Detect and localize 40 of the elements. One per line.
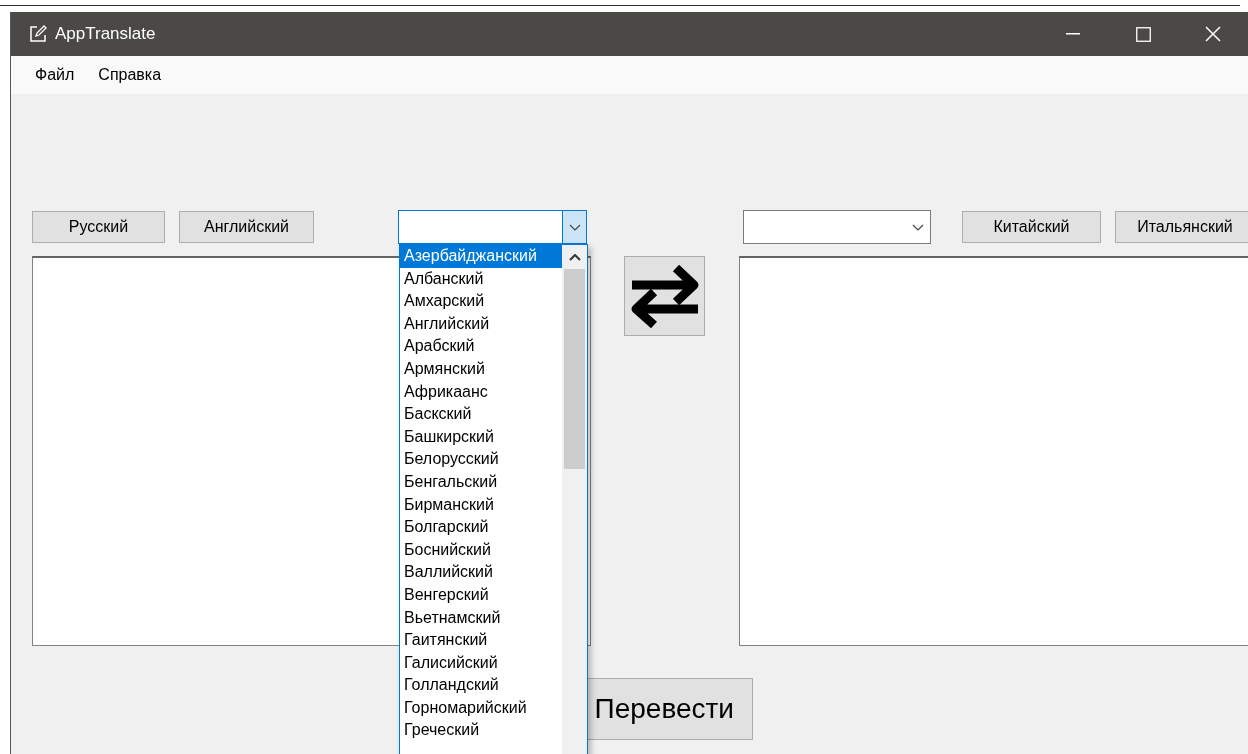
source-language-combo[interactable] (398, 210, 587, 244)
dropdown-item[interactable]: Бирманский (400, 493, 562, 517)
chevron-down-icon (912, 223, 924, 231)
chevron-down-icon (568, 223, 581, 231)
dropdown-item[interactable]: Греческий (400, 719, 562, 743)
swap-languages-button[interactable] (624, 256, 705, 336)
target-language-combo[interactable] (743, 210, 931, 244)
language-button[interactable]: Английский (179, 211, 314, 243)
app-edit-icon (29, 25, 47, 43)
dropdown-item[interactable]: Белорусский (400, 448, 562, 471)
scrollbar-thumb[interactable] (564, 269, 585, 469)
dropdown-item[interactable]: Валлийский (400, 561, 562, 584)
dropdown-item[interactable]: Башкирский (400, 425, 562, 449)
chevron-up-icon (568, 253, 581, 261)
close-icon (1205, 26, 1221, 42)
maximize-icon (1135, 26, 1151, 42)
language-button[interactable]: Русский (32, 211, 165, 243)
language-button[interactable]: Китайский (962, 211, 1101, 243)
dropdown-item[interactable]: Вьетнамский (400, 606, 562, 630)
dropdown-item[interactable]: Амхарский (400, 290, 562, 313)
dropdown-item[interactable]: Гаитянский (400, 629, 562, 652)
dropdown-item[interactable]: Голландский (400, 674, 562, 697)
dropdown-item[interactable]: Боснийский (400, 538, 562, 562)
dropdown-item[interactable]: Венгерский (400, 583, 562, 607)
dropdown-item[interactable]: Английский (400, 312, 562, 336)
minimize-icon (1066, 33, 1080, 35)
dropdown-item[interactable]: Бенгальский (400, 470, 562, 494)
dropdown-item[interactable]: Азербайджанский (400, 245, 562, 268)
window-title: AppTranslate (55, 23, 156, 46)
dropdown-item[interactable]: Африкаанс (400, 380, 562, 404)
language-button[interactable]: Итальянский (1115, 211, 1248, 243)
dropdown-item[interactable]: Армянский (400, 357, 562, 381)
dropdown-item[interactable]: Албанский (400, 267, 562, 291)
dropdown-item[interactable]: Болгарский (400, 516, 562, 539)
dropdown-item[interactable]: Арабский (400, 335, 562, 358)
menu-item[interactable]: Файл (23, 63, 87, 87)
menu-item[interactable]: Справка (86, 63, 174, 87)
dropdown-item[interactable]: Горномарийский (400, 696, 562, 720)
dropdown-item[interactable]: Галисийский (400, 651, 562, 675)
dropdown-item[interactable]: Баскский (400, 403, 562, 426)
